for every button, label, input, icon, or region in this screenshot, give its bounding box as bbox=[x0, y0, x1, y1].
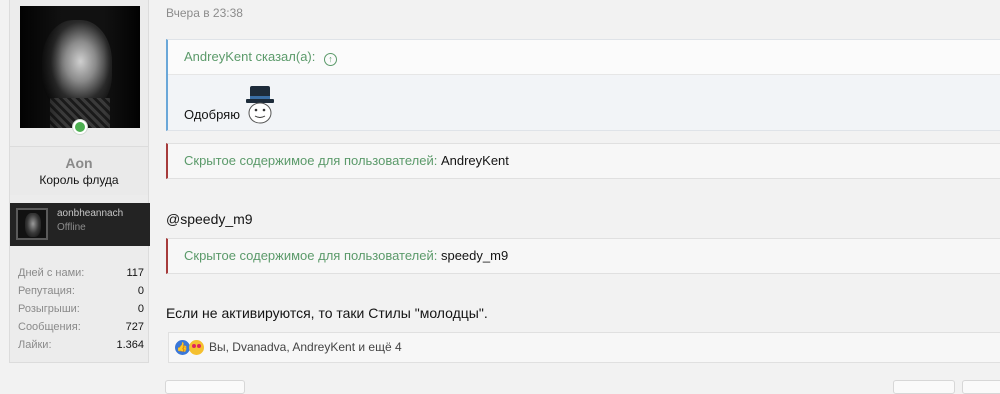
user-info: Aon Король флуда bbox=[10, 146, 148, 195]
post-body-text: Если не активируются, то таки Стилы "мол… bbox=[166, 305, 488, 321]
steam-status: Offline bbox=[57, 222, 86, 233]
post-action-button[interactable] bbox=[893, 380, 955, 394]
hidden-content-box: Скрытое содержимое для пользователей: sp… bbox=[166, 238, 1000, 274]
stat-row: Дней с нами: 117 bbox=[18, 267, 144, 279]
heart-eyes-icon bbox=[189, 340, 204, 355]
post-action-button[interactable] bbox=[165, 380, 245, 394]
user-title: Король флуда bbox=[39, 173, 119, 187]
hidden-content-box: Скрытое содержимое для пользователей: An… bbox=[166, 143, 1000, 179]
stat-row: Розыгрыши: 0 bbox=[18, 303, 144, 315]
arrow-up-icon[interactable]: ↑ bbox=[324, 53, 338, 66]
online-status-icon bbox=[72, 119, 88, 135]
stat-row: Сообщения: 727 bbox=[18, 321, 144, 333]
steam-name: aonbheannach bbox=[57, 208, 124, 219]
reactions-bar[interactable]: 👍 Вы, Dvanadva, AndreyKent и ещё 4 bbox=[168, 332, 1000, 363]
steam-avatar bbox=[16, 208, 48, 240]
user-mention[interactable]: @speedy_m9 bbox=[166, 211, 253, 227]
hidden-content-label: Скрытое содержимое для пользователей: bbox=[184, 248, 438, 263]
quote-block: AndreyKent сказал(а): ↑ Одобряю bbox=[166, 39, 1000, 131]
quote-header[interactable]: AndreyKent сказал(а): ↑ bbox=[168, 40, 1000, 75]
username[interactable]: Aon bbox=[10, 155, 148, 171]
hidden-content-label: Скрытое содержимое для пользователей: bbox=[184, 153, 438, 168]
avatar[interactable] bbox=[20, 6, 140, 128]
stat-row: Репутация: 0 bbox=[18, 285, 144, 297]
user-stats: Дней с нами: 117 Репутация: 0 Розыгрыши:… bbox=[18, 264, 144, 354]
post-timestamp[interactable]: Вчера в 23:38 bbox=[166, 6, 243, 20]
reactions-text[interactable]: Вы, Dvanadva, AndreyKent и ещё 4 bbox=[209, 333, 402, 362]
hidden-content-users: AndreyKent bbox=[440, 153, 509, 168]
quote-text: Одобряю bbox=[184, 107, 240, 122]
post-action-button[interactable] bbox=[962, 380, 1000, 394]
like-icon: 👍 bbox=[175, 340, 190, 355]
stat-row: Лайки: 1.364 bbox=[18, 339, 144, 351]
top-hat-smiley-icon bbox=[246, 86, 274, 124]
user-sidebar: Aon Король флуда aonbheannach Offline Дн… bbox=[9, 0, 150, 363]
hidden-content-users: speedy_m9 bbox=[440, 248, 509, 263]
quote-author[interactable]: AndreyKent сказал(а): bbox=[184, 49, 315, 64]
steam-widget[interactable]: aonbheannach Offline bbox=[10, 203, 150, 246]
